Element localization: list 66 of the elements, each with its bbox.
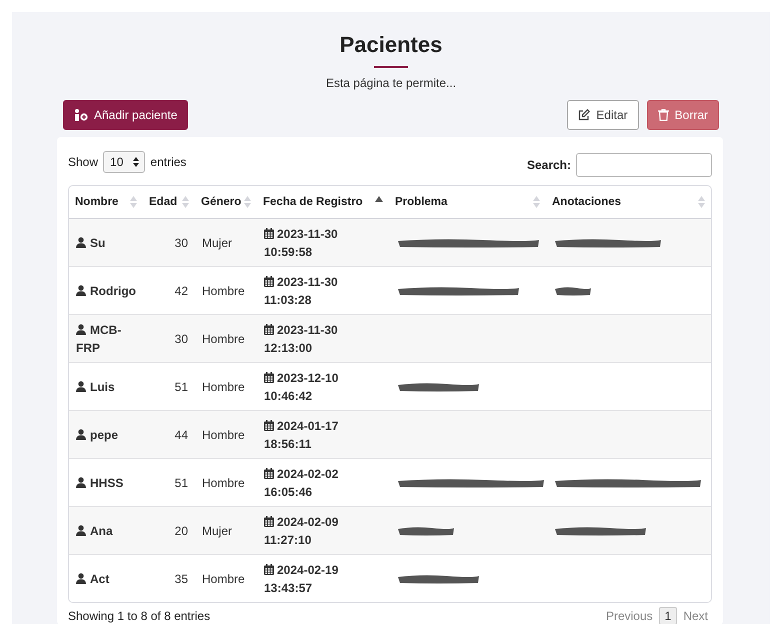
select-arrows-icon: [133, 157, 140, 167]
calendar-icon: [264, 276, 274, 286]
table-cell: Hombre: [202, 332, 245, 346]
table-cell: 51: [174, 476, 188, 490]
patient-name: Su: [76, 236, 106, 250]
patient-name: HHSS: [76, 476, 124, 490]
calendar-icon: [264, 420, 274, 430]
delete-button[interactable]: Borrar: [646, 100, 719, 130]
table-cell: Mujer: [202, 524, 232, 538]
table-cell: Hombre: [202, 380, 245, 394]
patient-name: MCB-FRP: [76, 322, 122, 354]
patient-name: Ana: [76, 524, 113, 538]
trash-icon: [658, 109, 669, 121]
table-info: Showing 1 to 8 of 8 entries: [68, 609, 210, 623]
search-field[interactable]: [576, 153, 712, 177]
registration-date: 2023-11-30 12:13:00: [264, 322, 338, 354]
table-cell: 30: [174, 332, 188, 346]
table-cell: Hombre: [202, 476, 245, 490]
show-label: Show: [68, 155, 98, 169]
patient-name: Act: [76, 572, 110, 586]
registration-date: 2024-02-09 11:27:10: [264, 514, 338, 546]
page-link[interactable]: 1: [658, 607, 678, 624]
calendar-icon: [264, 468, 274, 478]
table-cell: 35: [174, 572, 188, 586]
table-cell: 51: [174, 380, 188, 394]
patient-name: Luis: [76, 380, 115, 394]
patient-name: pepe: [76, 428, 118, 442]
calendar-icon: [264, 516, 274, 526]
person-add-icon: [74, 109, 88, 121]
table-cell: Hombre: [202, 284, 245, 298]
entries-label: entries: [150, 155, 186, 169]
registration-date: 2023-11-30 11:03:28: [264, 274, 338, 306]
table-cell: 44: [174, 428, 188, 442]
user-icon: [76, 476, 86, 488]
table-cell: Hombre: [202, 428, 245, 442]
calendar-icon: [264, 564, 274, 574]
registration-date: 2024-01-17 18:56:11: [264, 418, 338, 450]
page-title: Pacientes: [340, 32, 442, 58]
user-icon: [76, 524, 86, 536]
table-cell: 20: [174, 524, 188, 538]
edit-icon: [578, 109, 590, 121]
calendar-icon: [264, 372, 274, 382]
registration-date: 2024-02-02 16:05:46: [264, 466, 338, 498]
user-icon: [76, 324, 86, 334]
calendar-icon: [264, 324, 274, 334]
registration-date: 2024-02-19 13:43:57: [264, 562, 338, 594]
search-label: Search:: [526, 158, 571, 172]
table-cell: Mujer: [202, 236, 232, 250]
user-icon: [76, 428, 86, 440]
page-subtitle: Esta página te permite...: [326, 76, 456, 90]
edit-button[interactable]: Editar: [567, 100, 639, 130]
patient-name: Rodrigo: [76, 284, 136, 298]
redaction-mark: [553, 286, 593, 296]
add-patient-button[interactable]: Añadir paciente: [63, 100, 188, 130]
user-icon: [76, 380, 86, 392]
calendar-icon: [264, 228, 274, 238]
user-icon: [76, 284, 86, 296]
entries-select[interactable]: 10: [103, 151, 146, 173]
table-cell: 30: [174, 236, 188, 250]
registration-date: 2023-12-10 10:46:42: [264, 370, 338, 402]
user-icon: [76, 572, 86, 584]
registration-date: 2023-11-30 10:59:58: [264, 226, 338, 258]
table-cell: Hombre: [202, 572, 245, 586]
table-cell: 42: [174, 284, 188, 298]
user-icon: [76, 236, 86, 248]
redaction-mark: [396, 526, 456, 536]
